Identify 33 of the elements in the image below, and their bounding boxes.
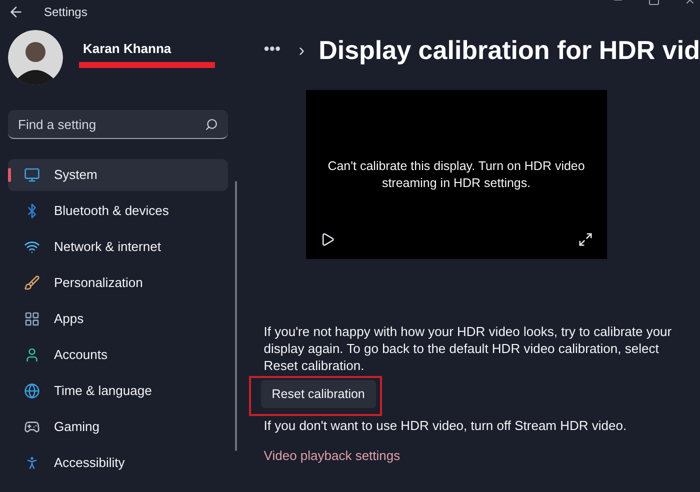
sidebar-item[interactable]: Gaming — [8, 411, 228, 443]
sidebar-item[interactable]: Time & language — [8, 375, 228, 407]
avatar — [8, 30, 63, 85]
description: If you're not happy with how your HDR video looks, try to calibrate your display again. To go back to the default HDR video calibration, select Reset calibration. — [264, 323, 673, 374]
sidebar-item[interactable]: Network & internet — [8, 231, 228, 263]
back-icon[interactable] — [8, 4, 24, 20]
selection-indicator — [8, 168, 11, 182]
sidebar-item[interactable]: Apps — [8, 303, 228, 335]
reset-calibration-button[interactable]: Reset calibration — [260, 380, 376, 408]
expand-icon[interactable] — [578, 232, 593, 247]
grid-icon — [24, 311, 40, 327]
sidebar-item[interactable]: Bluetooth & devices — [8, 195, 228, 227]
video-playback-link[interactable]: Video playback settings — [264, 446, 700, 465]
sidebar-item[interactable]: System — [8, 159, 228, 191]
gamepad-icon — [24, 419, 40, 435]
sidebar-item[interactable]: Accessibility — [8, 447, 228, 479]
sidebar-item[interactable]: Accounts — [8, 339, 228, 371]
page-title: Display calibration for HDR vid — [318, 34, 700, 66]
search-field[interactable]: Find a setting — [8, 110, 228, 139]
note: If you don't want to use HDR video, turn off Stream HDR video. — [264, 417, 628, 435]
search-icon[interactable] — [204, 118, 218, 131]
globe-icon — [24, 383, 40, 399]
wifi-icon — [24, 239, 40, 255]
monitor-icon — [24, 167, 40, 183]
person-icon — [24, 347, 40, 363]
sidebar-item[interactable]: Personalization — [8, 267, 228, 299]
play-icon[interactable] — [320, 232, 335, 247]
profile-name: Karan Khanna — [83, 40, 172, 58]
window-title: Settings — [44, 4, 88, 21]
video-message: Can't calibrate this display. Turn on HDR video streaming in HDR settings. — [326, 158, 586, 192]
brush-icon — [24, 275, 40, 291]
breadcrumb-separator: › — [298, 38, 305, 62]
breadcrumb-overflow[interactable]: ••• — [264, 38, 281, 62]
